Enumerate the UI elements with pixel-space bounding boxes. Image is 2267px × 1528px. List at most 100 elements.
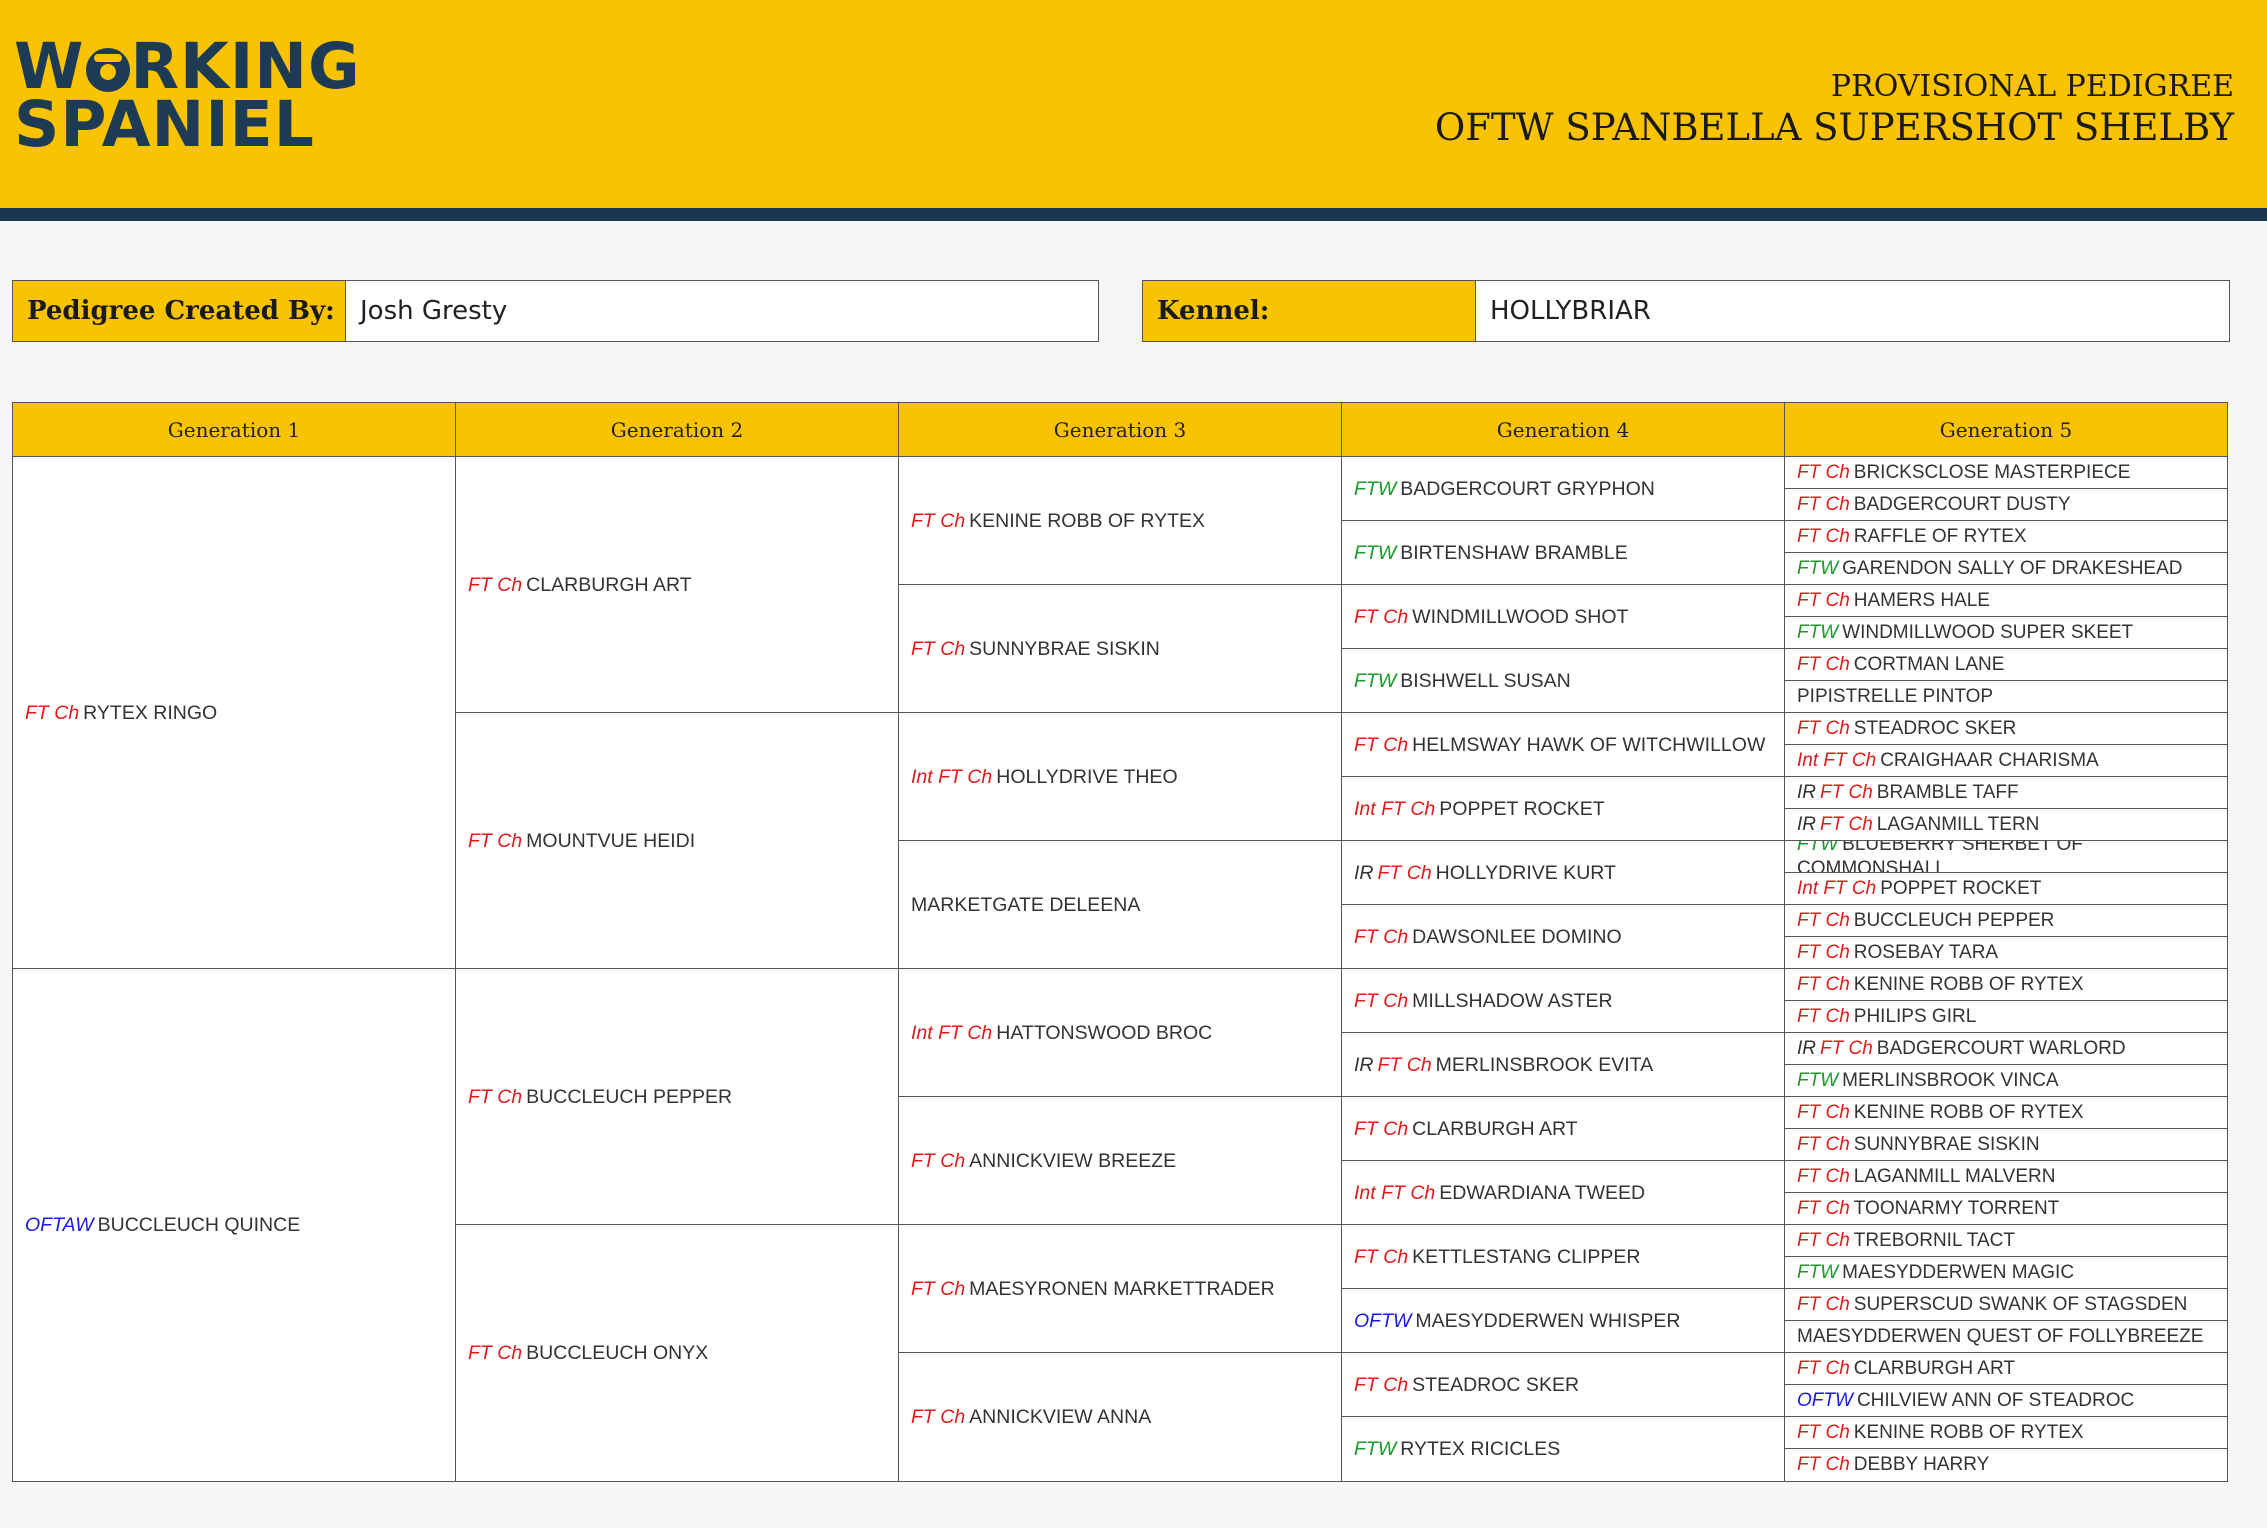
dog-name: PIPISTRELLE PINTOP	[1797, 685, 1994, 707]
title-abbrev: FT Ch	[911, 637, 966, 660]
dog-name: LAGANMILL TERN	[1876, 813, 2040, 835]
dog-entry: FT Ch ANNICKVIEW ANNA	[911, 1405, 1151, 1429]
dog-entry: FT Ch BUCCLEUCH ONYX	[468, 1341, 708, 1365]
title-abbrev: FT Ch	[1797, 1133, 1850, 1155]
dog-entry: FT Ch CLARBURGH ART	[1797, 1357, 2015, 1381]
title-abbrev: FT Ch	[1797, 1165, 1850, 1187]
dog-name: MERLINSBROOK EVITA	[1435, 1053, 1654, 1076]
kennel-value: HOLLYBRIAR	[1490, 296, 1651, 326]
dog-entry: MARKETGATE DELEENA	[911, 893, 1140, 917]
title-abbrev: FT Ch	[911, 1277, 966, 1300]
dog-name: MAESYRONEN MARKETTRADER	[969, 1277, 1275, 1300]
title-abbrev: IR	[1797, 1037, 1816, 1059]
dog-entry: OFTW CHILVIEW ANN OF STEADROC	[1797, 1389, 2134, 1413]
title-abbrev: FTW	[1797, 621, 1839, 643]
dog-name: TREBORNIL TACT	[1853, 1229, 2015, 1251]
dog-entry: FT Ch TREBORNIL TACT	[1797, 1229, 2015, 1253]
dog-entry: FT Ch ANNICKVIEW BREEZE	[911, 1149, 1176, 1173]
working-spaniel-logo[interactable]: W RKING SPANIEL	[14, 35, 361, 156]
dog-entry: IR FT Ch LAGANMILL TERN	[1797, 813, 2039, 837]
dog-name: CRAIGHAAR CHARISMA	[1880, 749, 2099, 771]
title-abbrev: FTW	[1797, 841, 1839, 855]
dog-entry: MAESYDDERWEN QUEST OF FOLLYBREEZE	[1797, 1325, 2203, 1349]
pedigree-entry-gen5: FT Ch TOONARMY TORRENT	[1785, 1193, 2227, 1225]
dog-entry: IR FT Ch HOLLYDRIVE KURT	[1354, 861, 1616, 885]
pedigree-entry-gen5: FT Ch LAGANMILL MALVERN	[1785, 1161, 2227, 1193]
title-abbrev: FT Ch	[1797, 493, 1850, 515]
title-abbrev: FT Ch	[1797, 909, 1850, 931]
pedigree-entry-gen4: IR FT Ch MERLINSBROOK EVITA	[1342, 1033, 1785, 1097]
title-abbrev: FTW	[1797, 557, 1839, 579]
dog-name: BRICKSCLOSE MASTERPIECE	[1853, 461, 2131, 483]
dog-entry: FTW GARENDON SALLY OF DRAKESHEAD	[1797, 557, 2183, 581]
title-abbrev: Int FT Ch	[911, 1021, 993, 1044]
created-by-row: Pedigree Created By: Josh Gresty	[12, 280, 1099, 342]
dog-entry: Int FT Ch HOLLYDRIVE THEO	[911, 765, 1178, 789]
title-abbrev: FT Ch	[1797, 461, 1850, 483]
title-abbrev: FT Ch	[1797, 1454, 1850, 1475]
title-abbrev: FT Ch	[1797, 1357, 1850, 1379]
dog-name: SUPERSCUD SWANK OF STAGSDEN	[1853, 1293, 2188, 1315]
title-abbrev: FT Ch	[1354, 1245, 1409, 1268]
pedigree-entry-gen4: FT Ch MILLSHADOW ASTER	[1342, 969, 1785, 1033]
dog-name: BADGERCOURT DUSTY	[1853, 493, 2071, 515]
title-abbrev: FT Ch	[911, 1149, 966, 1172]
dog-name: MAESYDDERWEN QUEST OF FOLLYBREEZE	[1797, 1325, 2204, 1347]
pedigree-entry-gen5: FT Ch ROSEBAY TARA	[1785, 937, 2227, 969]
dog-name: TOONARMY TORRENT	[1853, 1197, 2060, 1219]
dog-name: BLUEBERRY SHERBET OF COMMONSHALL	[1797, 841, 2083, 873]
title-abbrev: IR	[1354, 1053, 1374, 1076]
dog-entry: FT Ch MAESYRONEN MARKETTRADER	[911, 1277, 1275, 1301]
dog-name: BUCCLEUCH QUINCE	[97, 1214, 301, 1236]
dog-entry: FTW WINDMILLWOOD SUPER SKEET	[1797, 621, 2133, 645]
pedigree-entry-gen2: FT Ch BUCCLEUCH ONYX	[456, 1225, 899, 1481]
pedigree-entry-gen5: FT Ch DEBBY HARRY	[1785, 1449, 2227, 1481]
pedigree-entry-gen5: FTW GARENDON SALLY OF DRAKESHEAD	[1785, 553, 2227, 585]
dog-entry: FT Ch SUNNYBRAE SISKIN	[911, 637, 1160, 661]
dog-name: SUNNYBRAE SISKIN	[969, 637, 1160, 660]
column-header-generation-1: Generation 1	[13, 403, 456, 457]
pedigree-table: Generation 1 Generation 2 Generation 3 Gene…	[12, 402, 2228, 1482]
dog-entry: FT Ch DAWSONLEE DOMINO	[1354, 925, 1622, 949]
dog-name: RYTEX RICICLES	[1400, 1438, 1561, 1460]
title-abbrev: FT Ch	[1797, 589, 1850, 611]
dog-name: BADGERCOURT WARLORD	[1876, 1037, 2126, 1059]
dog-entry: FT Ch KENINE ROBB OF RYTEX	[1797, 973, 2084, 997]
dog-entry: FT Ch SUPERSCUD SWANK OF STAGSDEN	[1797, 1293, 2187, 1317]
pedigree-entry-gen3: MARKETGATE DELEENA	[899, 841, 1342, 969]
pedigree-entry-gen5: FT Ch KENINE ROBB OF RYTEX	[1785, 1417, 2227, 1449]
title-abbrev: FT Ch	[1797, 653, 1850, 675]
dog-entry: FT Ch ROSEBAY TARA	[1797, 941, 1998, 965]
title-block: PROVISIONAL PEDIGREE OFTW SPANBELLA SUPE…	[1435, 68, 2234, 150]
title-abbrev: FT Ch	[468, 573, 523, 596]
dog-name: POPPET ROCKET	[1880, 877, 2042, 899]
title-abbrev: FT Ch	[1820, 781, 1873, 803]
page-header: W RKING SPANIEL PROVISIONAL PEDIGREE OFTW…	[0, 0, 2267, 221]
title-abbrev: FT Ch	[1797, 717, 1850, 739]
pedigree-entry-gen4: FTW RYTEX RICICLES	[1342, 1417, 1785, 1481]
pedigree-entry-gen4: FT Ch DAWSONLEE DOMINO	[1342, 905, 1785, 969]
dog-name: BUCCLEUCH PEPPER	[526, 1085, 733, 1108]
dog-name: HOLLYDRIVE THEO	[996, 765, 1178, 788]
dog-entry: IR FT Ch BRAMBLE TAFF	[1797, 781, 2019, 805]
dog-entry: FT Ch LAGANMILL MALVERN	[1797, 1165, 2055, 1189]
pedigree-entry-gen4: FT Ch HELMSWAY HAWK OF WITCHWILLOW	[1342, 713, 1785, 777]
pedigree-entry-gen4: FTW BIRTENSHAW BRAMBLE	[1342, 521, 1785, 585]
dog-entry: FTW RYTEX RICICLES	[1354, 1437, 1560, 1461]
pedigree-entry-gen3: FT Ch ANNICKVIEW ANNA	[899, 1353, 1342, 1481]
dog-name: BIRTENSHAW BRAMBLE	[1400, 541, 1628, 564]
title-abbrev: Int FT Ch	[911, 765, 993, 788]
dog-entry: Int FT Ch POPPET ROCKET	[1797, 877, 2041, 901]
pedigree-entry-gen4: Int FT Ch POPPET ROCKET	[1342, 777, 1785, 841]
pedigree-entry-gen5: FT Ch PHILIPS GIRL	[1785, 1001, 2227, 1033]
title-abbrev: FT Ch	[1797, 525, 1850, 547]
title-abbrev: FT Ch	[1354, 1117, 1409, 1140]
dog-name: BUCCLEUCH ONYX	[526, 1342, 709, 1364]
dog-name: ANNICKVIEW ANNA	[969, 1406, 1152, 1428]
pedigree-subtitle: PROVISIONAL PEDIGREE	[1830, 69, 2234, 104]
column-header-generation-4: Generation 4	[1342, 403, 1785, 457]
dog-name: KENINE ROBB OF RYTEX	[1853, 973, 2084, 995]
title-abbrev: FT Ch	[1354, 989, 1409, 1012]
title-abbrev: Int FT Ch	[1354, 1181, 1436, 1204]
dog-entry: OFTW MAESYDDERWEN WHISPER	[1354, 1309, 1681, 1333]
